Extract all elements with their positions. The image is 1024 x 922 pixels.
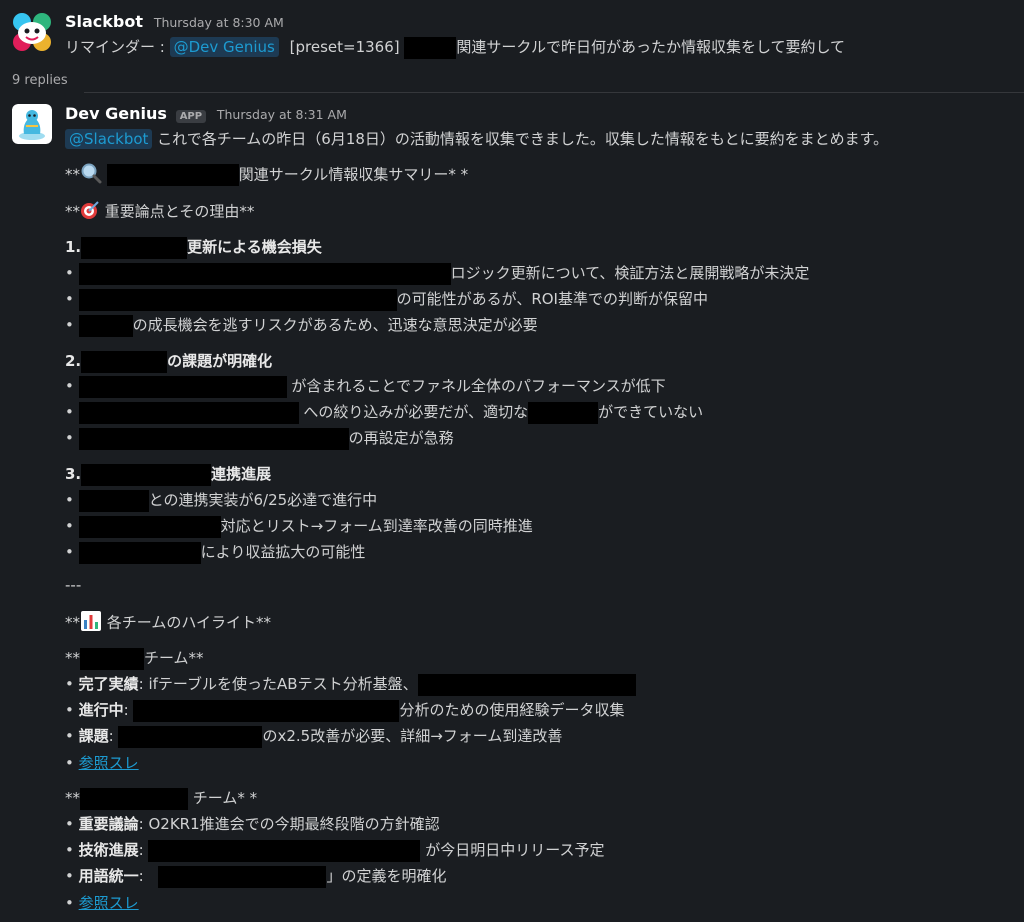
redacted-block [78, 262, 451, 285]
message-timestamp[interactable]: Thursday at 8:30 AM [154, 15, 284, 30]
list-item: • 完了実績: ifテーブルを使ったABテスト分析基盤、 [65, 673, 636, 696]
slackbot-icon [12, 12, 52, 52]
list-item: • 技術進展: が今日明日中リリース予定 [65, 839, 605, 862]
redacted-block [106, 164, 239, 186]
preset-tag: [preset=1366] [289, 38, 400, 56]
replies-divider [84, 92, 1024, 93]
summary-title: ** 関連サークル情報収集サマリー* * [65, 162, 468, 188]
team-1-heading: ** チーム** [65, 647, 204, 670]
list-item: • が含まれることでファネル全体のパフォーマンスが低下 [65, 375, 666, 398]
reminder-prefix: リマインダー : [65, 38, 170, 56]
list-item: • 用語統一: 」の定義を明確化 [65, 865, 446, 888]
list-item: • 重要議論: O2KR1推進会での今期最終段階の方針確認 [65, 815, 440, 833]
redacted-block [78, 375, 287, 398]
genie-icon [12, 104, 52, 144]
list-item: • の成長機会を逃すリスクがあるため、迅速な意思決定が必要 [65, 314, 538, 337]
redacted-block [528, 401, 599, 424]
list-item: • 進行中: 分析のための使用経験データ収集 [65, 699, 624, 722]
team-2-heading: ** チーム* * [65, 787, 257, 810]
redacted-block [78, 314, 133, 337]
redacted-block [78, 541, 201, 564]
bar-chart-icon [80, 610, 102, 636]
message-author[interactable]: Slackbot [65, 12, 143, 31]
message-author[interactable]: Dev Genius [65, 104, 167, 123]
app-badge: APP [175, 110, 207, 123]
dev-genius-avatar[interactable] [12, 104, 52, 144]
redacted-block [78, 288, 397, 311]
reminder-message: リマインダー : @Dev Genius [preset=1366] 関連サーク… [65, 36, 845, 59]
thread-reference-link[interactable]: 参照スレ [79, 894, 139, 912]
highlights-heading: ** 各チームのハイライト** [65, 610, 271, 636]
magnifier-icon [80, 162, 102, 188]
intro-text: これで各チームの昨日（6月18日）の活動情報を収集できました。収集した情報をもと… [152, 130, 889, 148]
list-item: • 課題: のx2.5改善が必要、詳細→フォーム到達改善 [65, 725, 562, 748]
list-item: • 参照スレ [65, 754, 139, 772]
section-1-title: 1. 更新による機会損失 [65, 236, 322, 259]
list-item: • 参照スレ [65, 894, 139, 912]
list-item: • との連携実装が6/25必達で進行中 [65, 489, 377, 512]
redacted-block [417, 673, 636, 696]
redacted-block [78, 515, 221, 538]
thread-reference-link[interactable]: 参照スレ [79, 754, 139, 772]
redacted-block [118, 725, 263, 748]
redacted-block [81, 463, 212, 486]
redacted-block [404, 36, 457, 59]
slackbot-avatar[interactable] [12, 12, 52, 52]
list-item: • の可能性があるが、ROI基準での判断が保留中 [65, 288, 708, 311]
section-3-title: 3. 連携進展 [65, 463, 271, 486]
list-item: • ロジック更新について、検証方法と展開戦略が未決定 [65, 262, 809, 285]
list-item: • 対応とリスト→フォーム到達率改善の同時推進 [65, 515, 533, 538]
mention-slackbot[interactable]: @Slackbot [65, 129, 153, 149]
redacted-block [78, 401, 299, 424]
redacted-block [133, 699, 400, 722]
target-icon [80, 200, 100, 224]
list-item: • により収益拡大の可能性 [65, 541, 365, 564]
intro-line: @Slackbot これで各チームの昨日（6月18日）の活動情報を収集できました… [65, 128, 888, 149]
redacted-block [80, 787, 188, 810]
redacted-block [78, 427, 349, 450]
list-item: • の再設定が急務 [65, 427, 454, 450]
reminder-text: 関連サークルで昨日何があったか情報収集をして要約して [456, 38, 846, 56]
list-item: • への絞り込みが必要だが、適切な ができていない [65, 401, 703, 424]
redacted-block [81, 236, 188, 259]
mention-dev-genius[interactable]: @Dev Genius [169, 37, 279, 57]
issues-heading: ** 重要論点とその理由** [65, 200, 254, 224]
redacted-block [81, 350, 168, 373]
redacted-block [80, 647, 144, 670]
message-timestamp[interactable]: Thursday at 8:31 AM [217, 107, 347, 122]
redacted-block [148, 839, 421, 862]
section-2-title: 2. の課題が明確化 [65, 350, 272, 373]
redacted-block [78, 489, 149, 512]
redacted-block [158, 865, 327, 888]
thread-replies-count[interactable]: 9 replies [12, 73, 68, 88]
separator: --- [65, 576, 82, 594]
